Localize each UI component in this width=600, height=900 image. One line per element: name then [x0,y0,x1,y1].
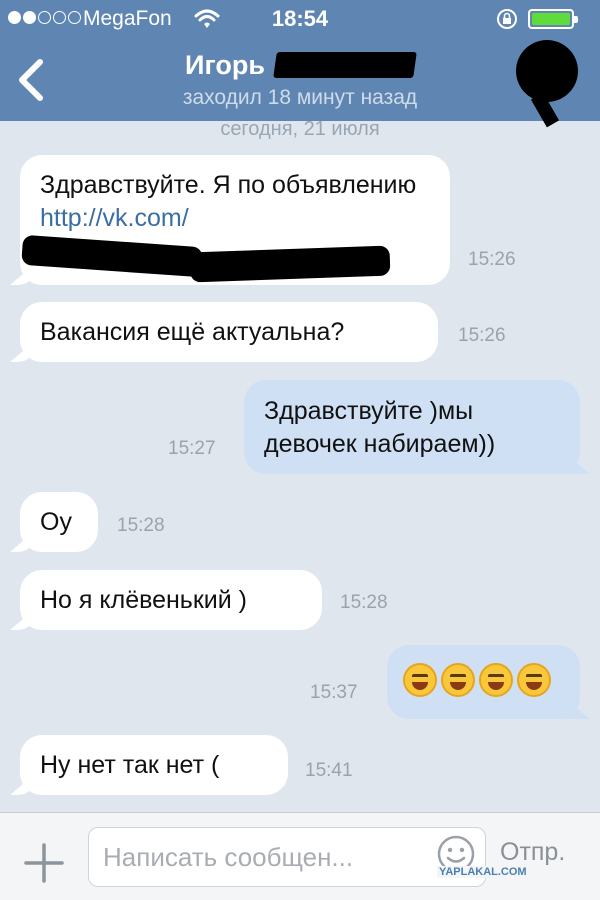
message-input[interactable]: Написать сообщен... [88,827,486,887]
attach-plus-icon[interactable] [24,843,64,883]
message-bubble-incoming[interactable]: Ну нет так нет ( [20,735,288,795]
nav-bar: MegaFon 18:54 Игорь заходил 18 минут наз… [0,0,600,121]
message-text: Ну нет так нет ( [40,751,220,779]
message-time: 15:28 [117,515,165,536]
contact-name: Игорь [185,50,265,80]
battery-icon [528,9,578,29]
message-text: Здравствуйте. Я по объявлению [40,171,417,199]
message-bubble-incoming[interactable]: Здравствуйте. Я по объявлению http://vk.… [20,155,450,285]
message-bubble-outgoing[interactable]: Здравствуйте )мы девочек набираем)) [244,380,580,474]
last-seen-status: заходил 18 минут назад [182,86,418,109]
date-separator: сегодня, 21 июля [220,118,380,140]
winking-emoji-icon [517,663,551,698]
avatar[interactable] [516,40,578,102]
message-time: 15:26 [468,249,516,270]
message-time: 15:27 [168,438,216,459]
laughing-emoji-icon [479,663,513,698]
laughing-emoji-icon [403,663,437,698]
message-bubble-incoming[interactable]: Но я клёвенький ) [20,570,322,630]
message-bubble-outgoing[interactable] [387,645,580,719]
rotation-lock-icon [497,9,517,29]
laughing-emoji-icon [441,663,475,698]
message-text: Оу [40,508,72,536]
message-time: 15:28 [340,592,388,613]
message-time: 15:37 [310,682,358,703]
back-chevron-icon[interactable] [12,58,52,102]
redaction-mark [273,52,417,78]
message-bubble-incoming[interactable]: Вакансия ещё актуальна? [20,302,438,362]
message-link[interactable]: http://vk.com/ [40,204,189,232]
send-button[interactable]: Отпр. [500,838,565,867]
status-bar: MegaFon 18:54 [0,0,600,38]
message-bubble-incoming[interactable]: Оу [20,492,98,552]
message-time: 15:26 [458,325,506,346]
message-time: 15:41 [305,760,353,781]
watermark: YAPLAKAL.COM [437,866,529,878]
redaction-mark [21,234,203,278]
message-text: Вакансия ещё актуальна? [40,318,345,346]
redaction-mark [189,245,391,283]
message-text: Здравствуйте )мы девочек набираем)) [264,397,496,458]
message-text: Но я клёвенький ) [40,586,247,614]
contact-header[interactable]: Игорь [100,50,500,81]
